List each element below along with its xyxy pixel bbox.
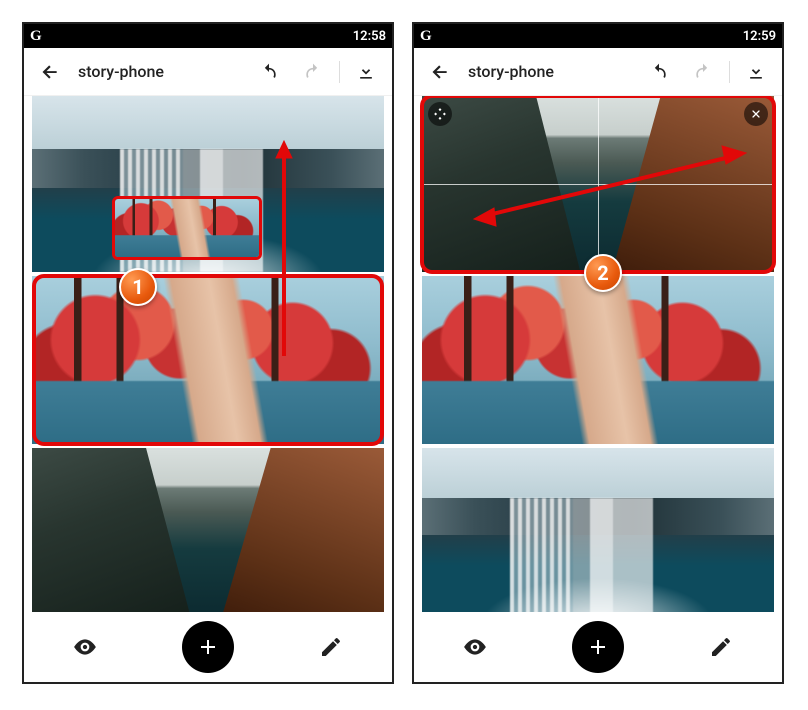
plus-icon <box>196 635 220 659</box>
collage-slot-2[interactable] <box>32 276 384 444</box>
image-red-trees <box>32 276 384 444</box>
expand-icon <box>433 107 447 121</box>
eye-icon <box>462 634 488 660</box>
eye-icon <box>72 634 98 660</box>
header-separator <box>339 61 340 83</box>
bottom-toolbar <box>24 612 392 682</box>
phone-right: G 12:59 story-phone <box>412 22 784 684</box>
canvas-area[interactable]: 2 <box>414 96 782 612</box>
app-header: story-phone <box>24 48 392 96</box>
redo-button[interactable] <box>685 54 721 90</box>
phone-left: G 12:58 story-phone <box>22 22 394 684</box>
remove-slot-button[interactable] <box>744 102 768 126</box>
image-canyon <box>422 96 774 272</box>
collage-slot-2[interactable] <box>422 276 774 444</box>
undo-button[interactable] <box>251 54 287 90</box>
preview-button[interactable] <box>59 621 111 673</box>
redo-button[interactable] <box>295 54 331 90</box>
status-time: 12:59 <box>743 29 776 44</box>
download-icon <box>746 62 766 82</box>
collage-slot-3[interactable] <box>32 448 384 612</box>
bottom-toolbar <box>414 612 782 682</box>
status-bar: G 12:58 <box>24 24 392 48</box>
image-waterfall <box>422 448 774 612</box>
preview-button[interactable] <box>449 621 501 673</box>
pencil-icon <box>709 635 733 659</box>
status-bar: G 12:59 <box>414 24 782 48</box>
arrow-left-icon <box>430 62 450 82</box>
redo-icon <box>303 62 323 82</box>
undo-icon <box>649 62 669 82</box>
annotation-step-badge: 1 <box>119 268 157 306</box>
download-icon <box>356 62 376 82</box>
collage-slot-3[interactable] <box>422 448 774 612</box>
image-canyon <box>32 448 384 612</box>
google-logo: G <box>420 28 432 45</box>
redo-icon <box>693 62 713 82</box>
close-icon <box>750 108 762 120</box>
expand-slot-button[interactable] <box>428 102 452 126</box>
project-title: story-phone <box>76 62 243 81</box>
plus-icon <box>586 635 610 659</box>
arrow-left-icon <box>40 62 60 82</box>
drag-preview-thumbnail <box>112 196 262 260</box>
download-button[interactable] <box>738 54 774 90</box>
status-time: 12:58 <box>353 29 386 44</box>
annotation-step-number: 1 <box>132 275 143 299</box>
edit-button[interactable] <box>695 621 747 673</box>
annotation-step-number: 2 <box>597 261 608 285</box>
back-button[interactable] <box>422 54 458 90</box>
add-button[interactable] <box>572 621 624 673</box>
canvas-area[interactable]: 1 <box>24 96 392 612</box>
undo-icon <box>259 62 279 82</box>
image-red-trees <box>422 276 774 444</box>
collage-slot-1[interactable] <box>32 96 384 272</box>
header-separator <box>729 61 730 83</box>
app-header: story-phone <box>414 48 782 96</box>
download-button[interactable] <box>348 54 384 90</box>
add-button[interactable] <box>182 621 234 673</box>
back-button[interactable] <box>32 54 68 90</box>
undo-button[interactable] <box>641 54 677 90</box>
project-title: story-phone <box>466 62 633 81</box>
pencil-icon <box>319 635 343 659</box>
annotation-step-badge: 2 <box>584 254 622 292</box>
edit-button[interactable] <box>305 621 357 673</box>
google-logo: G <box>30 28 42 45</box>
collage-slot-1[interactable] <box>422 96 774 272</box>
